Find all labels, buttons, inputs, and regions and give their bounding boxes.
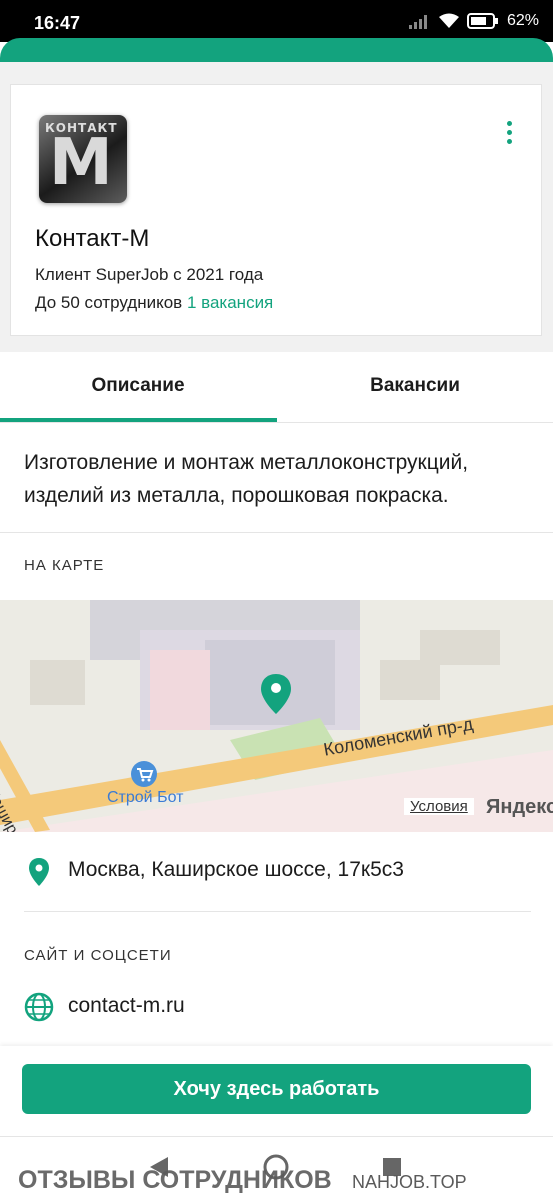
status-icons: 62%: [408, 12, 539, 30]
vacancies-link[interactable]: 1 вакансия: [187, 293, 273, 312]
map[interactable]: Строй Бот Коломенский пр-д Кашир Условия…: [0, 600, 553, 832]
watermark-left: ОТЗЫВЫ СОТРУДНИКОВ: [18, 1166, 332, 1194]
employees-info: До 50 сотрудников 1 вакансия: [35, 293, 273, 313]
map-poi-label: Строй Бот: [107, 789, 184, 806]
status-bar: 16:47 62%: [0, 0, 553, 42]
divider: [0, 532, 553, 533]
map-provider-logo: Яндекс: [486, 796, 553, 818]
active-tab-indicator: [0, 418, 277, 422]
shopping-cart-icon: [131, 761, 157, 787]
want-to-work-here-button[interactable]: Хочу здесь работать: [22, 1064, 531, 1114]
map-terms-link[interactable]: Условия: [404, 798, 474, 815]
tab-vacancies[interactable]: Вакансии: [277, 352, 553, 420]
client-since: Клиент SuperJob с 2021 года: [35, 265, 264, 284]
company-name: Контакт-М: [35, 225, 150, 252]
social-section-title: САЙТ И СОЦСЕТИ: [24, 947, 172, 964]
address-row[interactable]: Москва, Каширское шоссе, 17к5с3: [0, 850, 553, 894]
globe-icon: [24, 992, 54, 1022]
map-section-title: НА КАРТЕ: [24, 557, 105, 574]
divider: [24, 911, 531, 912]
tab-description[interactable]: Описание: [0, 352, 276, 420]
battery-percent: 62%: [506, 12, 539, 29]
more-vert-icon[interactable]: [503, 121, 515, 144]
company-logo: КОНТАКТ M: [39, 115, 127, 203]
status-time: 16:47: [34, 13, 81, 33]
watermark-right: NAHJOB.TOP: [352, 1172, 467, 1192]
tabs: Описание Вакансии: [0, 352, 553, 423]
company-description: Изготовление и монтаж металлоконструкций…: [24, 451, 469, 507]
map-pin-icon[interactable]: [261, 674, 291, 714]
signal-icon: [408, 15, 427, 29]
wifi-icon: [438, 13, 459, 28]
logo-text-main: M: [49, 126, 113, 200]
battery-icon: [466, 13, 498, 29]
website-link[interactable]: contact-m.ru: [68, 994, 185, 1018]
address-text: Москва, Каширское шоссе, 17к5с3: [68, 858, 404, 881]
company-card: КОНТАКТ M Контакт-М Клиент SuperJob с 20…: [10, 84, 542, 336]
employees-count: До 50 сотрудников: [35, 293, 183, 312]
location-pin-icon: [29, 858, 49, 886]
